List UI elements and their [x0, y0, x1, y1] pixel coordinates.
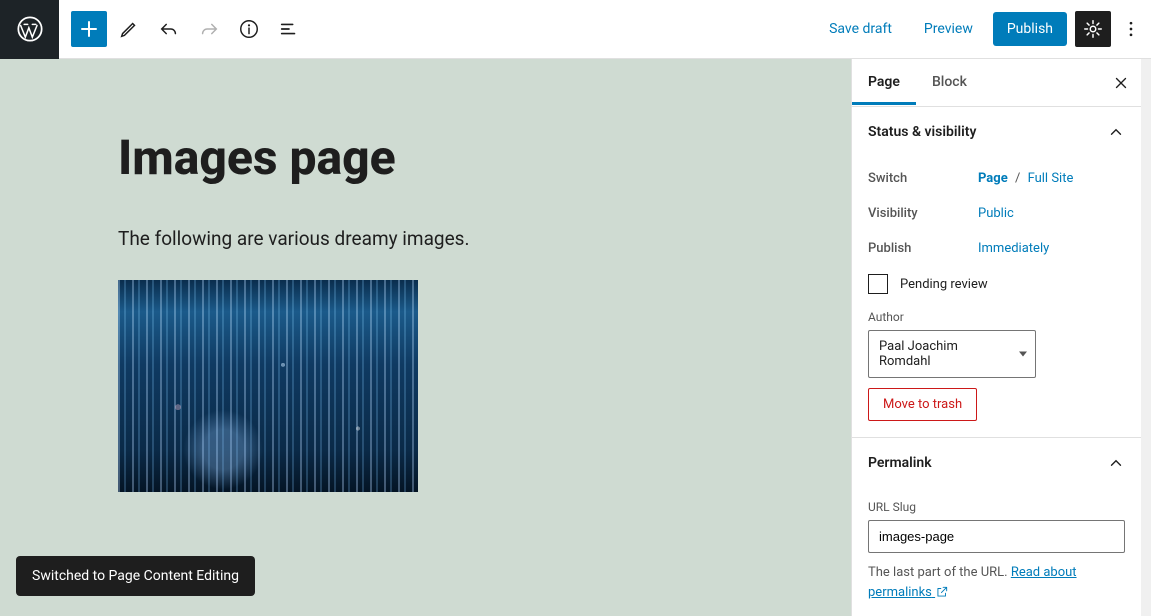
- move-to-trash-button[interactable]: Move to trash: [868, 388, 977, 421]
- notification-toast: Switched to Page Content Editing: [16, 556, 255, 596]
- info-icon: [238, 18, 260, 40]
- editor-canvas[interactable]: Images page The following are various dr…: [0, 59, 851, 616]
- settings-button[interactable]: [1075, 11, 1111, 47]
- toolbar-left: [59, 11, 307, 47]
- visibility-value[interactable]: Public: [978, 206, 1014, 221]
- publish-row: Publish Immediately: [868, 231, 1125, 266]
- gear-icon: [1082, 18, 1104, 40]
- wordpress-logo-button[interactable]: [0, 0, 59, 59]
- switch-page-link[interactable]: Page: [978, 171, 1008, 186]
- switch-fullsite-link[interactable]: Full Site: [1028, 171, 1074, 186]
- visibility-row: Visibility Public: [868, 196, 1125, 231]
- status-visibility-panel: Status & visibility Switch Page / Full S…: [852, 107, 1141, 438]
- plus-icon: [77, 17, 101, 41]
- tab-block[interactable]: Block: [916, 60, 983, 105]
- page-title[interactable]: Images page: [118, 129, 851, 187]
- permalink-help-text: The last part of the URL.: [868, 565, 1011, 580]
- permalink-body: URL Slug The last part of the URL. Read …: [852, 488, 1141, 616]
- publish-button[interactable]: Publish: [993, 12, 1067, 46]
- pending-review-checkbox[interactable]: [868, 274, 888, 294]
- switch-separator: /: [1011, 171, 1024, 186]
- kebab-icon: [1121, 19, 1141, 39]
- status-visibility-toggle[interactable]: Status & visibility: [852, 107, 1141, 157]
- sidebar-tabs: Page Block: [852, 59, 1141, 107]
- pencil-icon: [118, 18, 140, 40]
- sidebar-scrollbar[interactable]: [1141, 59, 1151, 616]
- publish-value[interactable]: Immediately: [978, 241, 1049, 256]
- top-toolbar: Save draft Preview Publish: [0, 0, 1151, 59]
- pending-review-label: Pending review: [900, 277, 988, 292]
- external-link-icon: [935, 585, 949, 599]
- wordpress-icon: [16, 15, 44, 43]
- add-block-button[interactable]: [71, 11, 107, 47]
- chevron-up-icon: [1107, 454, 1125, 472]
- permalink-help: The last part of the URL. Read about per…: [868, 553, 1125, 602]
- workspace: Images page The following are various dr…: [0, 59, 1151, 616]
- settings-sidebar: Page Block Status & visibility Switch Pa…: [851, 59, 1141, 616]
- preview-button[interactable]: Preview: [912, 13, 985, 45]
- panel-title: Status & visibility: [868, 124, 976, 140]
- status-visibility-body: Switch Page / Full Site Visibility Publi…: [852, 157, 1141, 437]
- save-draft-button[interactable]: Save draft: [817, 13, 904, 45]
- outline-button[interactable]: [271, 11, 307, 47]
- close-icon: [1112, 74, 1130, 92]
- paragraph-block[interactable]: The following are various dreamy images.: [118, 227, 851, 250]
- tab-page[interactable]: Page: [852, 60, 916, 105]
- more-options-button[interactable]: [1119, 11, 1143, 47]
- switch-row: Switch Page / Full Site: [868, 161, 1125, 196]
- publish-label: Publish: [868, 241, 978, 256]
- chevron-up-icon: [1107, 123, 1125, 141]
- permalink-panel: Permalink URL Slug The last part of the …: [852, 438, 1141, 616]
- url-slug-input[interactable]: [868, 520, 1125, 553]
- redo-icon: [198, 18, 220, 40]
- tools-button[interactable]: [111, 11, 147, 47]
- visibility-label: Visibility: [868, 206, 978, 221]
- author-value: Paal Joachim Romdahl: [879, 339, 1007, 369]
- redo-button[interactable]: [191, 11, 227, 47]
- close-sidebar-button[interactable]: [1101, 59, 1141, 107]
- url-slug-label: URL Slug: [868, 492, 1125, 520]
- toolbar-right: Save draft Preview Publish: [817, 11, 1151, 47]
- undo-button[interactable]: [151, 11, 187, 47]
- switch-label: Switch: [868, 171, 978, 186]
- image-block[interactable]: [118, 280, 418, 492]
- list-icon: [278, 18, 300, 40]
- author-label: Author: [868, 302, 1125, 330]
- pending-review-row: Pending review: [868, 266, 1125, 302]
- undo-icon: [158, 18, 180, 40]
- permalink-toggle[interactable]: Permalink: [852, 438, 1141, 488]
- author-select[interactable]: Paal Joachim Romdahl: [868, 330, 1036, 378]
- details-button[interactable]: [231, 11, 267, 47]
- panel-title: Permalink: [868, 455, 932, 471]
